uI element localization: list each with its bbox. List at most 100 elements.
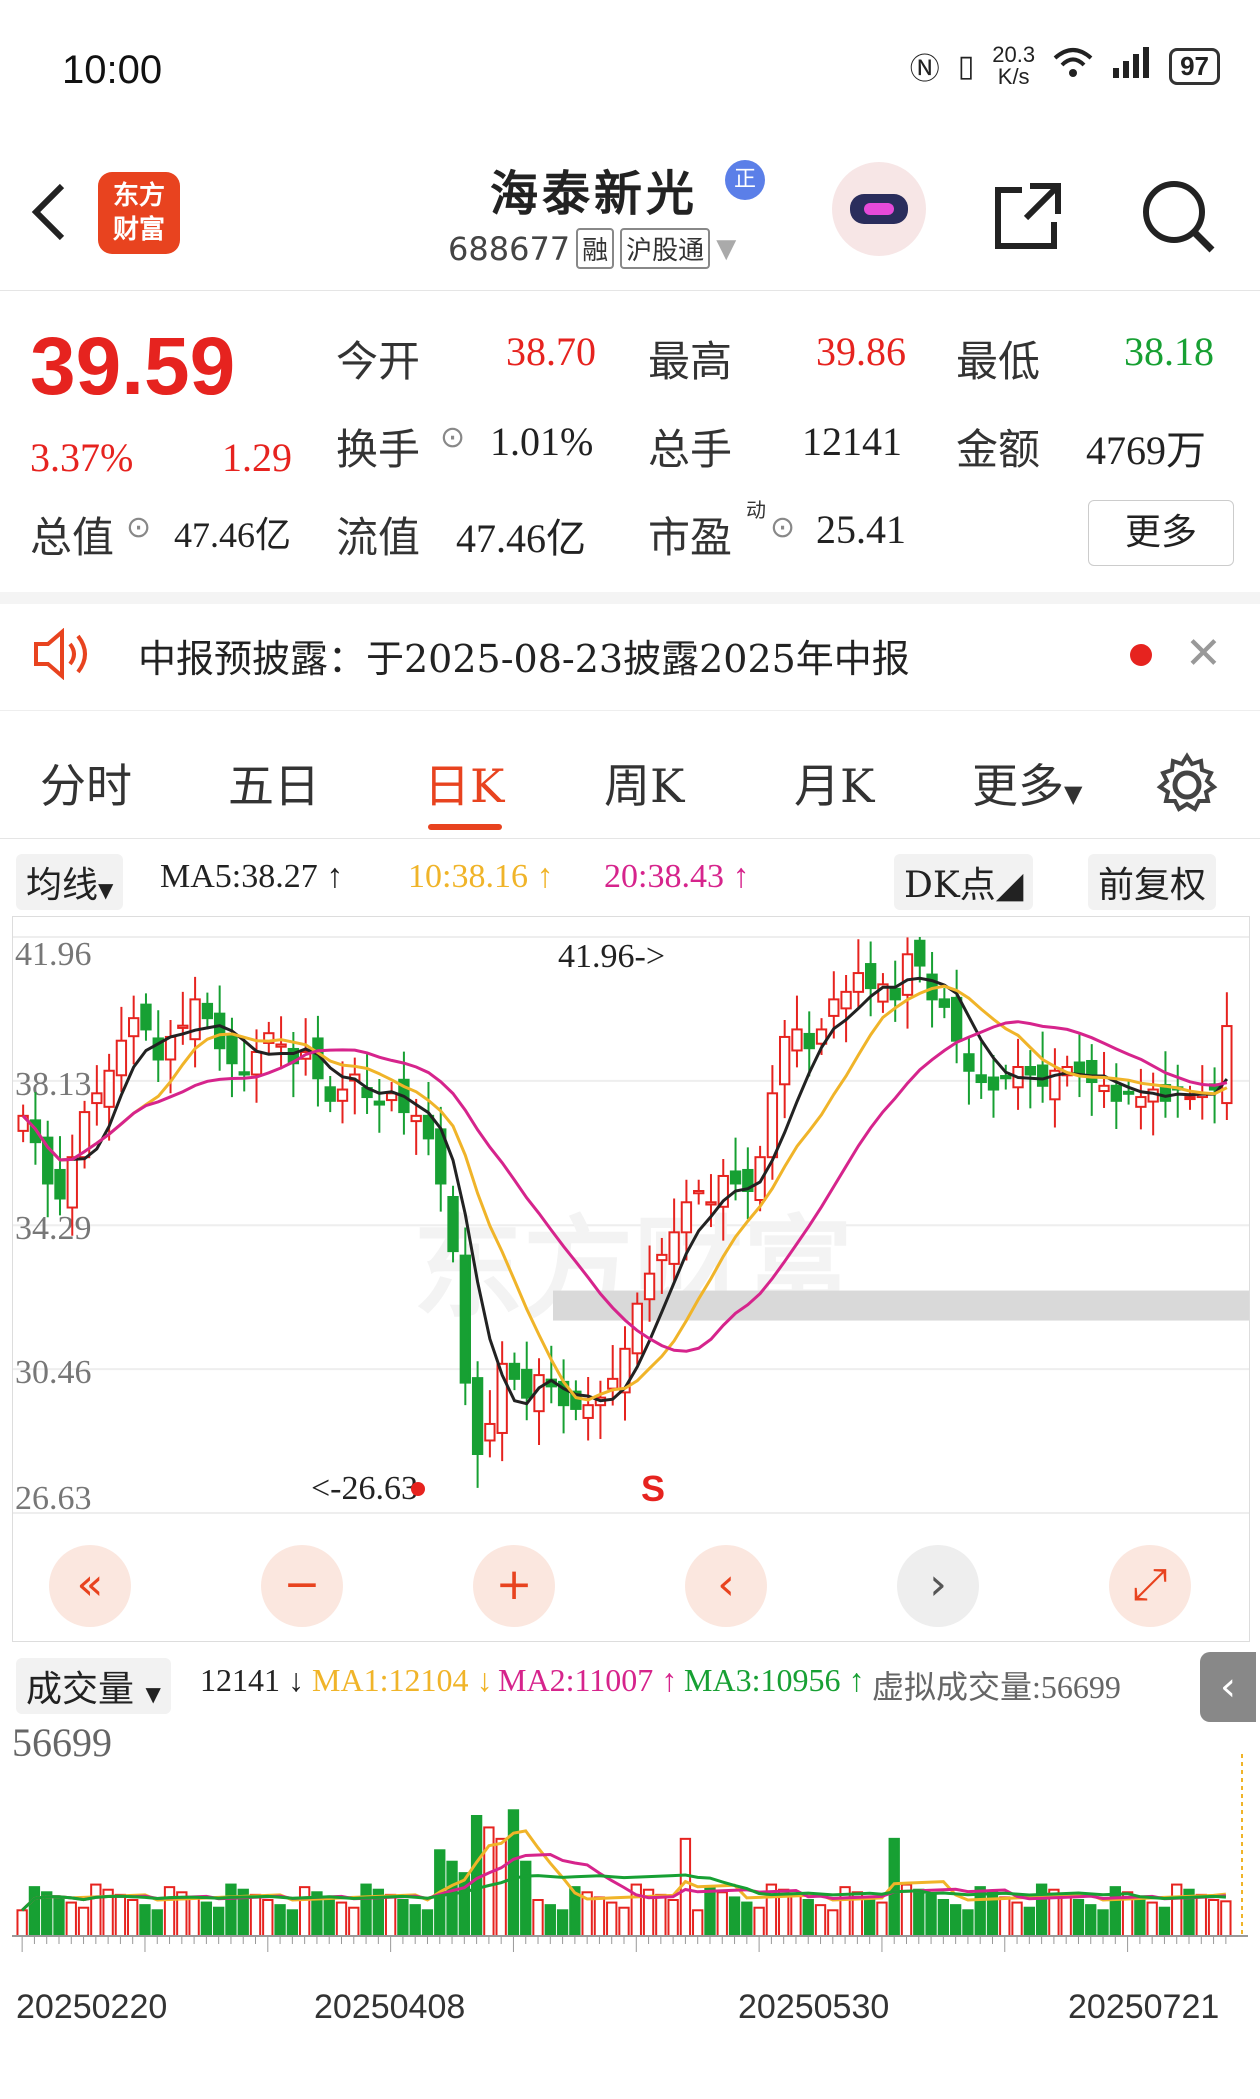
notice-bar[interactable]: 中报预披露：于2025-08-23披露2025年中报 ✕	[0, 600, 1260, 711]
amount-label: 金额	[956, 425, 1041, 474]
chart-tabs: 分时 五日 日K 周K 月K 更多▼	[0, 730, 1260, 839]
volume-bar-down	[1134, 1896, 1146, 1937]
candle-up	[189, 998, 201, 1041]
chevron-left-icon	[31, 183, 65, 241]
y-tick-label: 41.96	[15, 936, 92, 973]
settings-button[interactable]	[1154, 752, 1220, 822]
zoom-out-far-button[interactable]: «	[49, 1545, 131, 1627]
volume-bar-up	[655, 1893, 667, 1937]
tab-intraday[interactable]: 分时	[40, 750, 132, 816]
info-icon[interactable]: ⊙	[126, 510, 151, 545]
app-logo[interactable]: 东方 财富	[98, 172, 180, 254]
dropdown-triangle-icon: ▼	[145, 1682, 161, 1706]
zoom-out-button[interactable]: −	[261, 1545, 343, 1627]
volume-bar-down	[1023, 1906, 1036, 1938]
candle-up	[656, 1253, 668, 1262]
max-price-annotation: 41.96->	[558, 938, 665, 975]
volume-bar-down	[863, 1896, 876, 1937]
zoom-in-button[interactable]: +	[473, 1545, 555, 1627]
candle-up	[410, 1114, 422, 1123]
volume-bar-up	[335, 1901, 348, 1937]
min-price-annotation: <-26.63	[311, 1470, 418, 1507]
search-button[interactable]	[1138, 176, 1218, 256]
volume-bar-down	[728, 1896, 741, 1937]
candle-up	[1184, 1096, 1196, 1101]
candle-up	[177, 1024, 189, 1029]
volume-bar-down	[41, 1891, 53, 1937]
y-tick-label: 26.63	[15, 1480, 92, 1517]
candle-down	[213, 1012, 226, 1050]
volume-bar-down	[397, 1898, 409, 1937]
stock-code-row[interactable]: 688677 融 沪股通 ▼	[448, 228, 736, 269]
volume-bar-up	[298, 1886, 311, 1938]
tab-monthly-k[interactable]: 月K	[794, 750, 874, 816]
candle-up	[766, 1092, 779, 1159]
collapse-panel-button[interactable]: ‹	[1200, 1652, 1256, 1722]
vol-ma3-label: MA3:10956 ↑	[684, 1662, 865, 1698]
volume-chart[interactable]: 56699	[12, 1714, 1248, 1970]
volume-bar-up	[188, 1896, 200, 1937]
search-icon	[1143, 181, 1215, 253]
candle-up	[680, 1201, 693, 1234]
candle-up	[582, 1404, 594, 1419]
ma5-label: MA5:38.27 ↑	[160, 858, 344, 895]
candle-up	[693, 1189, 705, 1195]
volume-bar-up	[606, 1901, 618, 1937]
candle-up	[1098, 1084, 1110, 1093]
ai-assistant-button[interactable]	[832, 162, 926, 256]
volume-bar-down	[360, 1883, 372, 1938]
fullscreen-button[interactable]: ⤢	[1109, 1545, 1191, 1627]
tab-weekly-k[interactable]: 周K	[604, 750, 684, 816]
candle-down	[938, 998, 951, 1008]
volume-bar-down	[1072, 1898, 1085, 1937]
info-icon[interactable]: ⊙	[440, 420, 465, 455]
stock-code: 688677	[448, 229, 571, 268]
more-quote-button[interactable]: 更多	[1088, 500, 1234, 566]
info-icon[interactable]: ⊙	[770, 510, 795, 545]
speaker-icon	[32, 627, 96, 684]
open-label: 今开	[336, 337, 421, 386]
volume-bar-up	[1060, 1893, 1072, 1937]
volume-bar-up	[114, 1893, 127, 1937]
tab-five-day[interactable]: 五日	[228, 750, 320, 816]
open-value: 38.70	[506, 329, 596, 374]
low-label: 最低	[956, 337, 1041, 386]
candle-up	[128, 1017, 140, 1038]
robot-icon	[850, 194, 908, 224]
ma10-label: 10:38.16 ↑	[408, 858, 554, 895]
share-button[interactable]	[992, 180, 1064, 252]
candle-up	[791, 1028, 803, 1052]
scroll-right-button[interactable]: ›	[897, 1545, 979, 1627]
tab-more[interactable]: 更多▼	[972, 750, 1082, 816]
float-value: 47.46亿	[456, 516, 586, 561]
candle-down	[1024, 1066, 1037, 1076]
volume-bar-down	[507, 1809, 520, 1937]
adjust-select[interactable]: 前复权	[1088, 854, 1217, 910]
volume-bar-down	[962, 1909, 974, 1938]
kline-chart[interactable]: 41.96 38.13 34.29 30.46 26.63 东方财富 41.96-> <-26…	[12, 916, 1250, 1642]
volume-type-select[interactable]: 成交量 ▼	[16, 1658, 171, 1714]
kline-svg: 41.9638.1334.2930.4626.63东方财富41.96-><-26…	[13, 936, 1249, 1517]
virtual-volume-label: 虚拟成交量:56699	[872, 1669, 1121, 1705]
volume-bar-down	[200, 1901, 213, 1937]
close-icon[interactable]: ✕	[1185, 628, 1222, 679]
candle-up	[901, 953, 914, 996]
candle-down	[975, 1074, 987, 1084]
scroll-left-button[interactable]: ‹	[685, 1545, 767, 1627]
vol-ma1-label: MA1:12104 ↓	[312, 1662, 493, 1698]
back-button[interactable]	[28, 180, 68, 260]
sell-signal-marker: S	[641, 1468, 665, 1509]
low-value: 38.18	[1124, 329, 1214, 374]
quote-panel: 39.59 3.37% 1.29 今开 38.70 最高 39.86 最低 38…	[0, 292, 1260, 604]
ma-type-select[interactable]: 均线▼	[16, 854, 124, 910]
volume-bar-up	[495, 1837, 507, 1937]
candle-down	[729, 1170, 742, 1185]
tab-daily-k[interactable]: 日K	[424, 750, 504, 816]
dk-point-button[interactable]: DK点◢	[894, 854, 1034, 910]
stock-header: 东方 财富 海泰新光 正 688677 融 沪股通 ▼	[0, 140, 1260, 291]
signal-icon	[1111, 46, 1151, 86]
vol-ma2-label: MA2:11007 ↑	[498, 1662, 678, 1698]
volume-bar-down	[1035, 1883, 1048, 1938]
volume-bar-up	[692, 1909, 704, 1938]
candle-down	[963, 1053, 975, 1072]
